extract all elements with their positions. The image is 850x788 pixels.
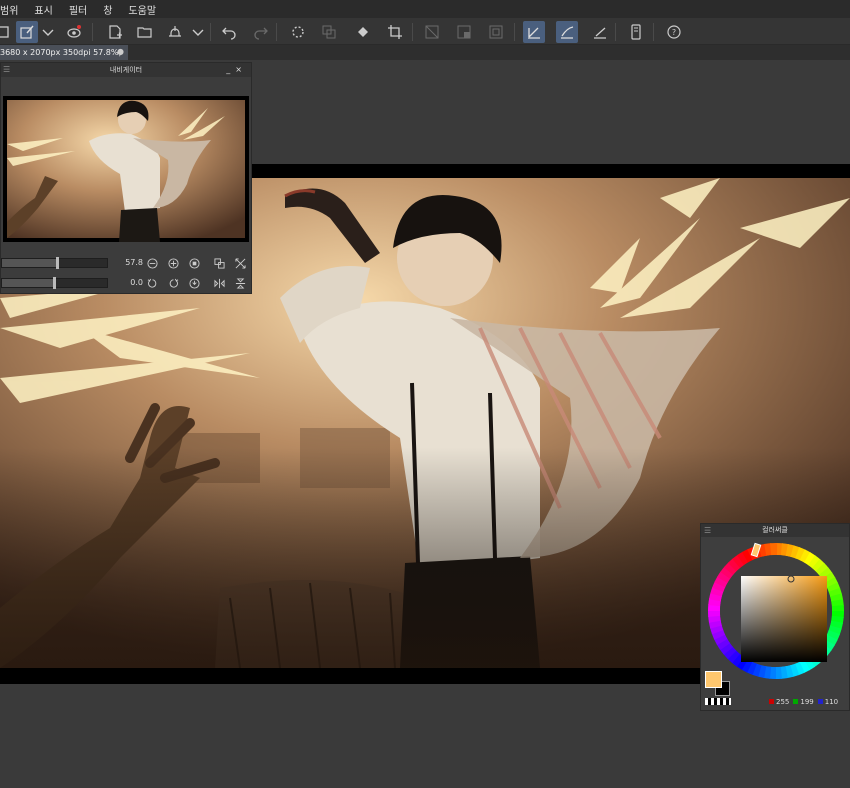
command-bar: ? [0, 18, 850, 45]
transparent-color-swatch[interactable] [705, 698, 731, 705]
copy-icon[interactable] [318, 21, 340, 43]
eye-icon[interactable] [63, 21, 85, 43]
fit-navigator-icon[interactable] [233, 256, 247, 270]
rotate-value: 0.0 [130, 278, 143, 287]
minimize-icon[interactable]: _ [226, 65, 235, 74]
help-icon[interactable]: ? [663, 21, 685, 43]
select-loading-icon[interactable] [287, 21, 309, 43]
menu-view[interactable]: 표시 [26, 2, 60, 17]
rgb-readout: 255 199 110 [769, 698, 838, 706]
frame-icon[interactable] [485, 21, 507, 43]
phone-icon[interactable] [625, 21, 647, 43]
rotate-row: 0.0 [1, 274, 251, 292]
pen-snap-icon[interactable] [523, 21, 545, 43]
undo-icon[interactable] [218, 21, 240, 43]
zoom-row: 57.8 [1, 254, 251, 272]
document-tab-label: 3680 x 2070px 350dpi 57.8%) [0, 48, 122, 57]
color-wheel[interactable] [706, 541, 846, 681]
color-wheel-panel: ☰ 컬러써클 255 199 110 [700, 523, 850, 711]
panel-grip-icon[interactable]: ☰ [704, 524, 711, 537]
document-tab[interactable]: 3680 x 2070px 350dpi 57.8%) ● [0, 45, 128, 60]
dropdown-icon[interactable] [40, 21, 56, 43]
menu-bar: 범위 표시 필터 창 도움말 [0, 0, 850, 18]
foreground-color-swatch[interactable] [705, 671, 722, 688]
flip-horizontal-icon[interactable] [212, 276, 226, 290]
ruler-icon[interactable] [589, 21, 611, 43]
rotate-slider[interactable] [1, 277, 108, 289]
navigator-thumbnail [7, 100, 245, 242]
red-value: 255 [776, 698, 790, 706]
crop-icon[interactable] [384, 21, 406, 43]
menu-window[interactable]: 창 [95, 2, 120, 17]
zoom-value: 57.8 [125, 258, 143, 267]
open-folder-icon[interactable] [134, 21, 156, 43]
document-tab-bar: 3680 x 2070px 350dpi 57.8%) ● [0, 45, 850, 60]
rotate-left-icon[interactable] [145, 276, 159, 290]
green-value: 199 [800, 698, 814, 706]
menu-help[interactable]: 도움말 [120, 2, 164, 17]
rotate-right-icon[interactable] [166, 276, 180, 290]
mask-icon[interactable] [421, 21, 443, 43]
dropdown-icon[interactable] [190, 21, 206, 43]
zoom-slider[interactable] [1, 257, 108, 269]
actual-size-icon[interactable] [187, 256, 201, 270]
gradient-icon[interactable] [453, 21, 475, 43]
panel-grip-icon[interactable]: ☰ [3, 63, 10, 77]
reset-rotation-icon[interactable] [187, 276, 201, 290]
navigator-preview[interactable] [3, 96, 249, 242]
svg-text:?: ? [672, 28, 676, 37]
fit-window-icon[interactable] [212, 256, 226, 270]
navigator-title: 내비게이터 [109, 66, 143, 74]
export-icon[interactable] [164, 21, 186, 43]
new-layer-icon[interactable] [16, 21, 38, 43]
menu-filter[interactable]: 필터 [61, 2, 95, 17]
navigator-panel: ☰ 내비게이터 _× 57.8 0.0 [0, 62, 252, 294]
redo-icon[interactable] [250, 21, 272, 43]
fill-icon[interactable] [352, 21, 374, 43]
zoom-in-icon[interactable] [166, 256, 180, 270]
color-wheel-titlebar[interactable]: ☰ 컬러써클 [701, 524, 849, 537]
zoom-out-icon[interactable] [145, 256, 159, 270]
hue-ring[interactable] [706, 541, 846, 681]
menu-selection[interactable]: 범위 [0, 2, 26, 17]
new-file-icon[interactable] [104, 21, 126, 43]
color-wheel-title: 컬러써클 [762, 526, 788, 534]
document-tab-close[interactable]: ● [117, 47, 124, 56]
layer-icon[interactable] [0, 21, 14, 43]
close-icon[interactable]: × [235, 65, 247, 74]
flip-vertical-icon[interactable] [233, 276, 247, 290]
navigator-titlebar[interactable]: ☰ 내비게이터 _× [1, 63, 251, 77]
brush-snap-icon[interactable] [556, 21, 578, 43]
blue-value: 110 [824, 698, 839, 706]
